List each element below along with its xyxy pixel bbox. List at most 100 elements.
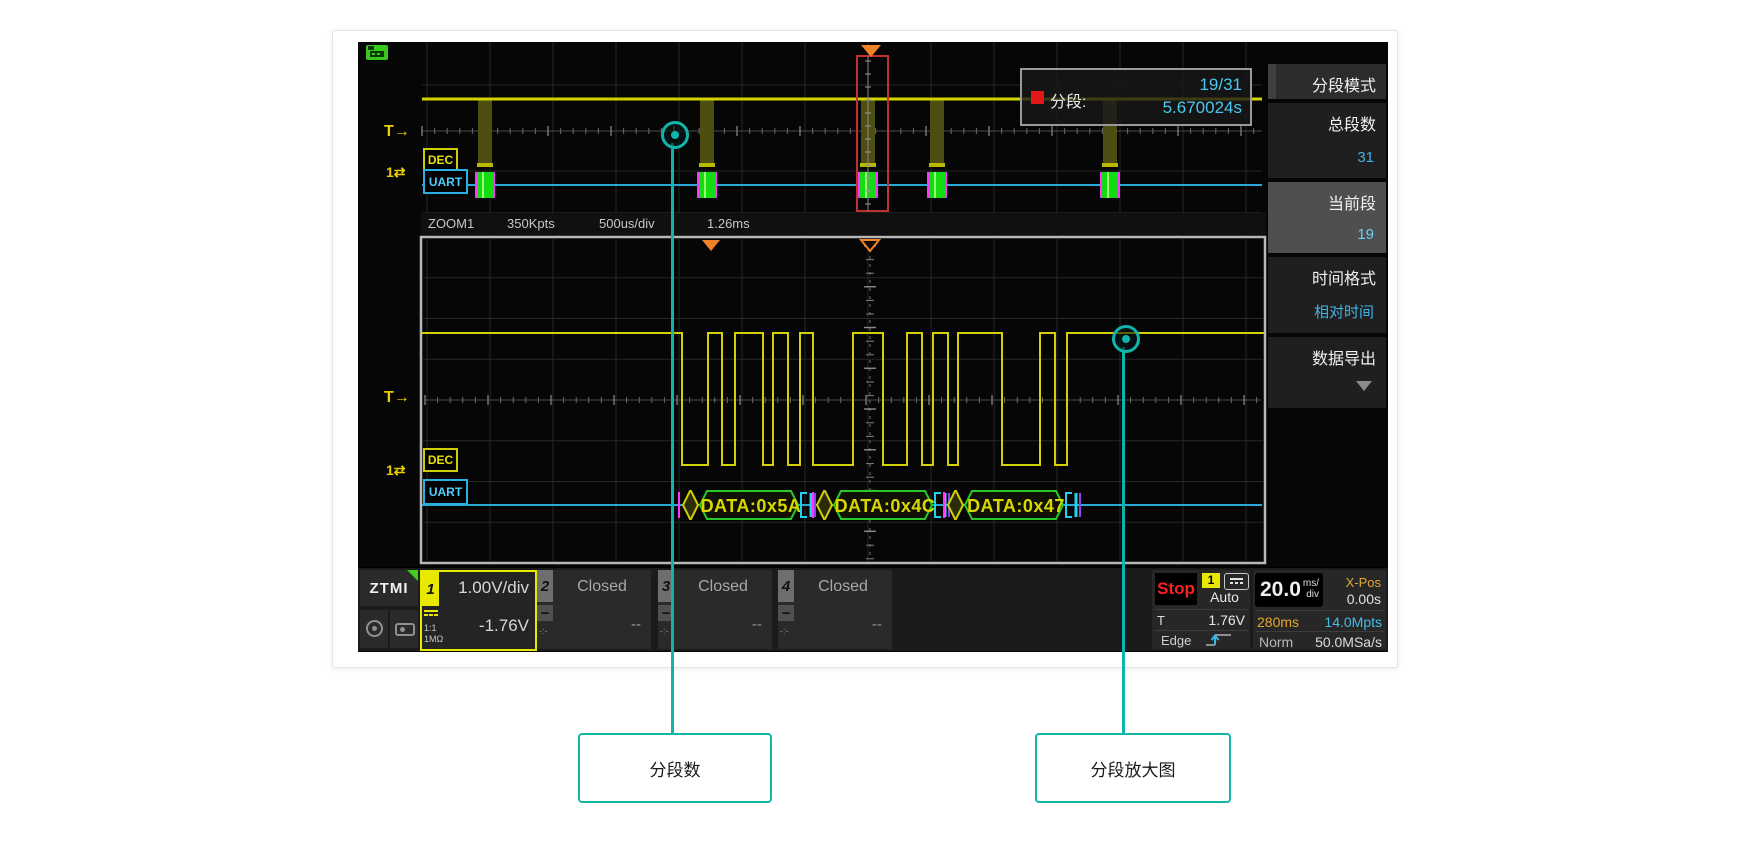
- channel-4-status: Closed: [798, 578, 888, 596]
- timebase-scale: 20.0: [1260, 578, 1301, 602]
- start-bit-hexagon: [817, 491, 832, 519]
- channel-3-coupling: -:-: [660, 626, 669, 636]
- uart-decode-byte: DATA:0x47: [944, 491, 1080, 519]
- overview-dec-badge[interactable]: DEC: [423, 148, 458, 171]
- trigger-mode: Auto: [1202, 589, 1247, 605]
- channel-2-tab: 2: [537, 570, 553, 602]
- channel-2-status: Closed: [557, 578, 647, 596]
- status-bar: ZTMI 1 1.00V/div -1.76V 1:1 1M: [358, 567, 1388, 651]
- uart-burst: [929, 172, 945, 198]
- zoom-info-bar: ZOOM1 350Kpts 500us/div 1.26ms: [421, 213, 1266, 235]
- xpos-label: X-Pos: [1346, 575, 1381, 590]
- channel-1-box[interactable]: 1 1.00V/div -1.76V 1:1 1MΩ: [420, 570, 537, 651]
- press-icon: [395, 623, 415, 636]
- channel-4-value: --: [872, 616, 882, 633]
- decode-data-text: DATA:0x4C: [835, 496, 936, 516]
- brand-logo: ZTMI: [360, 570, 418, 606]
- capture-window: 280ms: [1257, 614, 1299, 630]
- zoom-scale: 500us/div: [599, 216, 655, 231]
- channel-3-box[interactable]: 3 − Closed -:- --: [658, 570, 772, 649]
- zoom-window: DATA:0x5A DATA:0x4C DATA:0x47: [421, 237, 1265, 563]
- touch-gesture-button[interactable]: [360, 610, 388, 648]
- channel-1-tab: 1: [422, 572, 439, 606]
- touch-icon: [366, 620, 383, 637]
- callout-label-segment-zoom: 分段放大图: [1035, 733, 1231, 803]
- zoom-trigger-level-marker[interactable]: T→: [384, 390, 410, 406]
- trigger-source-chip: 1: [1202, 573, 1220, 588]
- segment-info-box: 分段: 19/31 5.670024s: [1020, 68, 1252, 126]
- callout-line-segment-count: [671, 143, 674, 733]
- trigger-level-value: 1.76V: [1208, 612, 1245, 628]
- trigger-point-marker: [861, 240, 879, 251]
- channel-2-value: --: [631, 616, 641, 633]
- start-bit-hexagon: [683, 491, 698, 519]
- sidebar-item-time-format[interactable]: 时间格式 相对时间: [1268, 257, 1386, 333]
- dropdown-arrow-icon[interactable]: [1356, 381, 1372, 391]
- segment-memory-icon-slots: [370, 51, 384, 57]
- rising-edge-icon: [1204, 632, 1234, 648]
- channel-4-minus[interactable]: −: [778, 605, 794, 621]
- acquisition-status: Stop: [1157, 579, 1195, 599]
- uart-signal-trace: [421, 333, 1264, 465]
- zoom-dec-badge[interactable]: DEC: [423, 448, 458, 472]
- sidebar-item-total-segments[interactable]: 总段数 31: [1268, 103, 1386, 178]
- sidebar-item-current-segment[interactable]: 当前段 19: [1268, 182, 1386, 253]
- memory-depth: 14.0Mpts: [1324, 614, 1382, 630]
- zoom-points: 350Kpts: [507, 216, 555, 231]
- channel-2-box[interactable]: 2 − Closed -:- --: [537, 570, 651, 649]
- timebase-block[interactable]: 20.0 ms/ div X-Pos 0.00s 280ms 14.0Mpts …: [1253, 570, 1386, 649]
- trigger-level-label: T: [1157, 613, 1165, 628]
- callout-label-segment-count: 分段数: [578, 733, 772, 803]
- overview-uart-badge[interactable]: UART: [423, 169, 468, 194]
- segment-info-label: 分段:: [1050, 88, 1086, 112]
- segment-time-value: 5.670024s: [1163, 98, 1242, 118]
- zoom-channel-position-marker[interactable]: 1⇄: [386, 462, 406, 478]
- dc-coupling-icon: [424, 610, 438, 620]
- notification-corner-icon: [407, 570, 418, 581]
- zoom-uart-badge[interactable]: UART: [423, 479, 468, 505]
- uart-decode-byte: DATA:0x4C: [813, 491, 949, 519]
- sidebar-item-data-export[interactable]: 数据导出: [1268, 337, 1386, 408]
- segment-memory-icon-detail: [368, 46, 374, 50]
- segment-event-dip: [930, 100, 944, 165]
- decode-data-text: DATA:0x5A: [701, 496, 802, 516]
- channel-2-coupling: -:-: [539, 626, 548, 636]
- segment-event-dip: [700, 100, 714, 165]
- trigger-coupling-icon: [1224, 573, 1249, 590]
- overview-trigger-level-marker[interactable]: T→: [384, 124, 410, 140]
- timebase-scale-box: 20.0 ms/ div: [1255, 573, 1323, 607]
- segment-memory-icon: [366, 45, 388, 60]
- callout-marker-segment-count: [661, 121, 689, 149]
- channel-4-tab: 4: [778, 570, 794, 602]
- waveform-canvas: DATA:0x5A DATA:0x4C DATA:0x47: [358, 42, 1388, 652]
- trigger-type: Edge: [1161, 633, 1191, 648]
- sample-rate: 50.0MSa/s: [1315, 634, 1382, 650]
- channel-4-box[interactable]: 4 − Closed -:- --: [778, 570, 892, 649]
- uart-burst: [477, 172, 493, 198]
- zoom-position-marker: [702, 240, 720, 251]
- segment-event-dip: [478, 100, 492, 165]
- segment-count-value: 19/31: [1199, 75, 1242, 95]
- uart-burst: [699, 172, 715, 198]
- page: DATA:0x5A DATA:0x4C DATA:0x47 T→ 1⇄ DEC UA…: [0, 0, 1760, 860]
- channel-1-scale: 1.00V/div: [458, 578, 529, 598]
- sidebar-title-tab: [1268, 64, 1276, 99]
- decode-data-text: DATA:0x47: [967, 496, 1065, 516]
- channel-1-probe: 1:1: [424, 623, 437, 633]
- channel-4-coupling: -:-: [780, 626, 789, 636]
- acquire-mode: Norm: [1259, 634, 1293, 650]
- callout-marker-segment-zoom: [1112, 325, 1140, 353]
- sidebar-menu: 分段模式 总段数 31 当前段 19 时间格式 相对时间 数据导出: [1268, 42, 1386, 567]
- trigger-block[interactable]: Stop 1 Auto T 1.76V Edge: [1152, 570, 1250, 649]
- zoom-delay: 1.26ms: [707, 216, 750, 231]
- sidebar-title: 分段模式: [1268, 64, 1386, 99]
- callout-line-segment-zoom: [1122, 347, 1125, 733]
- channel-1-offset: -1.76V: [479, 616, 529, 636]
- uart-decode-byte: DATA:0x5A: [679, 491, 815, 519]
- overview-channel-position-marker[interactable]: 1⇄: [386, 164, 406, 180]
- channel-3-value: --: [752, 616, 762, 633]
- channel-2-minus[interactable]: −: [537, 605, 553, 621]
- zoom-name: ZOOM1: [428, 216, 474, 231]
- channel-1-impedance: 1MΩ: [424, 634, 443, 644]
- touch-lock-button[interactable]: [390, 610, 418, 648]
